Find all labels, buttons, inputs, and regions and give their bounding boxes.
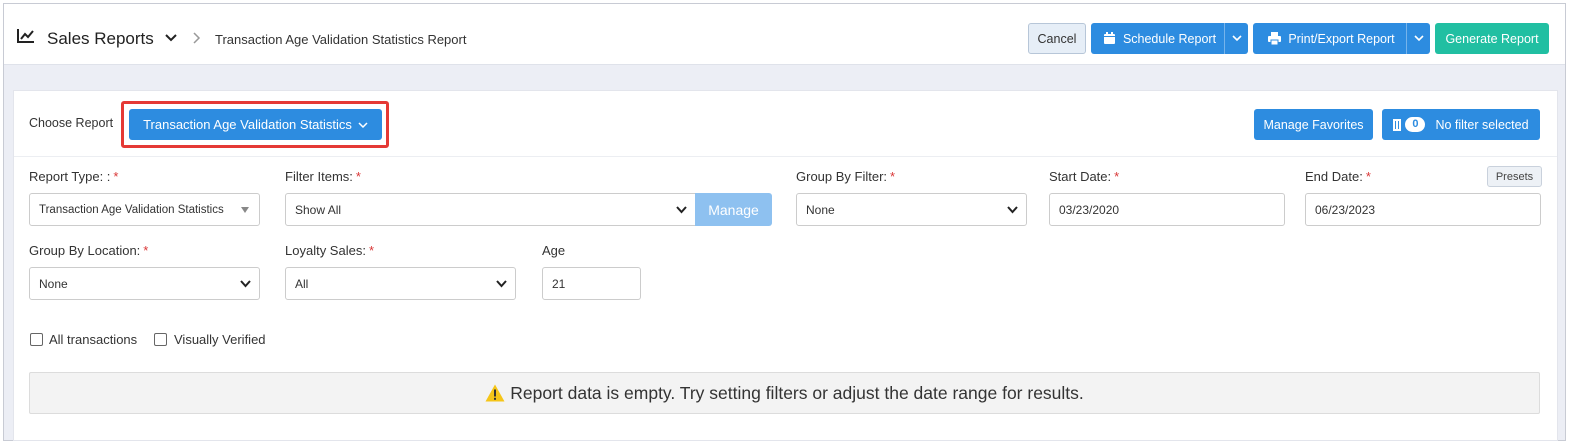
start-date-label: Start Date: * — [1049, 169, 1120, 184]
chevron-down-icon — [1231, 35, 1242, 42]
page-title: Sales Reports — [47, 29, 154, 48]
schedule-report-button[interactable]: Schedule Report — [1091, 23, 1248, 54]
generate-report-label: Generate Report — [1445, 31, 1539, 46]
report-type-label: Report Type: : * — [29, 169, 119, 184]
chevron-down-icon[interactable] — [165, 33, 177, 43]
manage-favorites-label: Manage Favorites — [1263, 117, 1364, 132]
generate-report-button[interactable]: Generate Report — [1435, 23, 1549, 54]
cancel-button-label: Cancel — [1037, 31, 1077, 46]
report-select-label: Transaction Age Validation Statistics — [143, 117, 352, 132]
manage-filter-items-button[interactable]: Manage — [695, 193, 772, 226]
all-transactions-checkbox[interactable] — [30, 333, 43, 346]
required-mark: * — [368, 243, 374, 258]
loyalty-sales-label: Loyalty Sales: * — [285, 243, 374, 258]
age-input[interactable]: 21 — [542, 267, 641, 300]
report-select-button[interactable]: Transaction Age Validation Statistics — [129, 109, 382, 140]
required-mark: * — [355, 169, 361, 184]
required-mark: * — [143, 243, 149, 258]
line-chart-icon — [17, 29, 34, 43]
warning-icon — [485, 384, 505, 402]
required-mark: * — [113, 169, 119, 184]
visually-verified-checkbox[interactable] — [154, 333, 167, 346]
filter-items-select[interactable]: Show All — [285, 193, 696, 226]
report-panel: Choose Report Transaction Age Validation… — [13, 90, 1558, 441]
required-mark: * — [1114, 169, 1120, 184]
calendar-icon — [1103, 32, 1115, 44]
chevron-down-icon — [358, 121, 368, 128]
filter-list-icon — [1393, 118, 1402, 131]
filter-status-label: No filter selected — [1435, 117, 1529, 132]
chevron-down-icon — [1007, 206, 1018, 214]
presets-button[interactable]: Presets — [1487, 166, 1542, 187]
filter-items-label: Filter Items: * — [285, 169, 361, 184]
group-by-filter-select[interactable]: None — [796, 193, 1027, 226]
group-by-location-select[interactable]: None — [29, 267, 260, 300]
required-mark: * — [890, 169, 896, 184]
end-date-input[interactable]: 06/23/2023 — [1305, 193, 1541, 226]
cancel-button[interactable]: Cancel — [1028, 23, 1086, 54]
group-by-filter-label: Group By Filter: * — [796, 169, 896, 184]
breadcrumb: Transaction Age Validation Statistics Re… — [215, 32, 467, 47]
report-type-select[interactable]: Transaction Age Validation Statistics — [29, 193, 260, 226]
chevron-right-icon — [193, 32, 201, 44]
print-dropdown-toggle[interactable] — [1406, 23, 1430, 54]
top-bar: Sales Reports Transaction Age Validation… — [4, 4, 1565, 65]
print-export-button[interactable]: Print/Export Report — [1253, 23, 1430, 54]
empty-report-alert: Report data is empty. Try setting filter… — [29, 372, 1540, 414]
schedule-dropdown-toggle[interactable] — [1224, 23, 1248, 54]
chevron-down-icon — [240, 280, 251, 288]
end-date-label: End Date: * — [1305, 169, 1371, 184]
required-mark: * — [1365, 169, 1371, 184]
filter-status-button[interactable]: 0 No filter selected — [1382, 109, 1540, 140]
manage-favorites-button[interactable]: Manage Favorites — [1254, 109, 1373, 140]
visually-verified-label[interactable]: Visually Verified — [174, 332, 266, 347]
empty-report-message: Report data is empty. Try setting filter… — [510, 382, 1084, 403]
chevron-down-icon — [676, 206, 687, 214]
start-date-input[interactable]: 03/23/2020 — [1049, 193, 1285, 226]
caret-down-icon — [241, 207, 249, 213]
loyalty-sales-select[interactable]: All — [285, 267, 516, 300]
group-by-location-label: Group By Location: * — [29, 243, 149, 258]
chevron-down-icon — [496, 280, 507, 288]
print-export-label: Print/Export Report — [1288, 31, 1395, 46]
printer-icon — [1268, 32, 1282, 45]
all-transactions-label[interactable]: All transactions — [49, 332, 137, 347]
app-frame: Sales Reports Transaction Age Validation… — [3, 3, 1566, 441]
age-label: Age — [542, 243, 566, 258]
choose-report-label: Choose Report — [29, 116, 114, 130]
schedule-report-label: Schedule Report — [1122, 31, 1217, 46]
chevron-down-icon — [1413, 35, 1424, 42]
divider — [14, 156, 1557, 157]
filter-count-badge: 0 — [1405, 117, 1426, 132]
